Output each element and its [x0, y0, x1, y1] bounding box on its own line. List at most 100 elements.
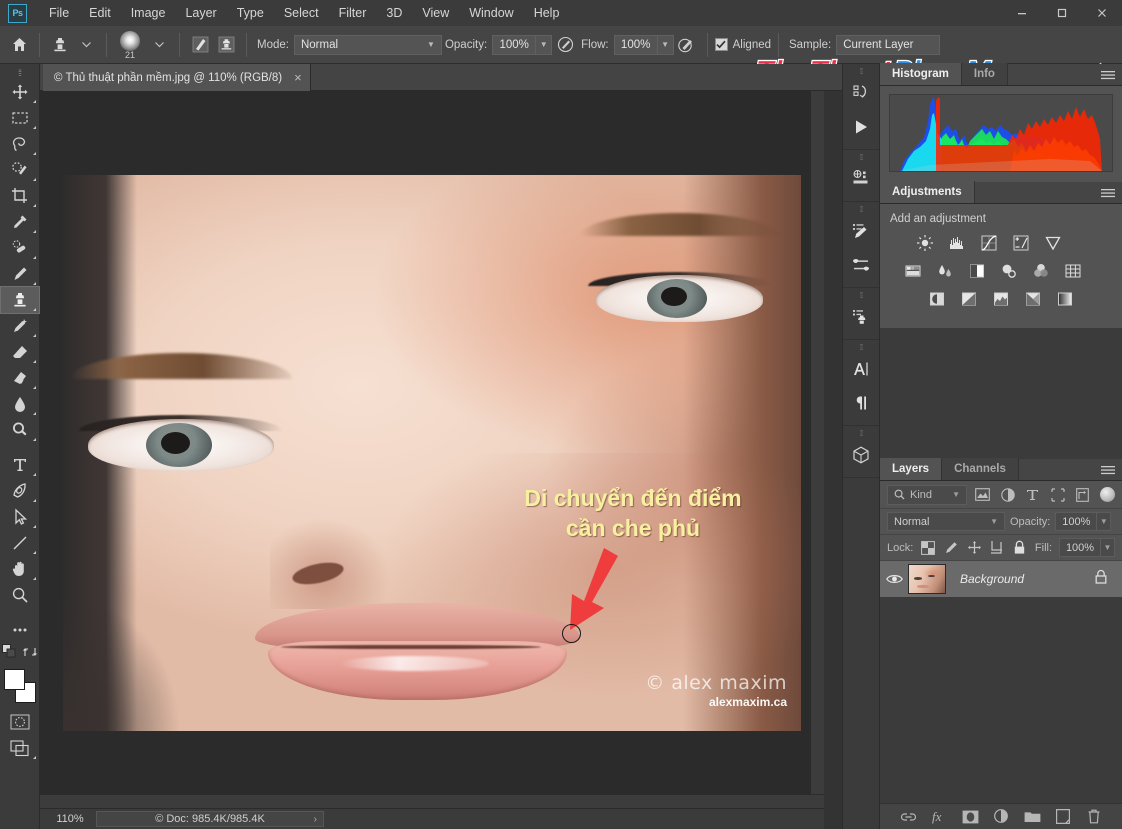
home-icon[interactable]	[6, 32, 32, 58]
close-button[interactable]	[1082, 0, 1122, 26]
histogram-graph[interactable]	[889, 94, 1113, 172]
sample-select[interactable]: Current Layer	[836, 35, 940, 55]
swap-colors-icon[interactable]	[23, 645, 37, 664]
edit-toolbar-tool[interactable]	[1, 617, 39, 643]
opacity-value[interactable]: 100%	[492, 35, 536, 55]
brush-size-preview[interactable]: 21	[114, 30, 146, 60]
link-layers-icon[interactable]	[899, 808, 917, 826]
clone-stamp-tool[interactable]	[1, 287, 39, 313]
filter-toggle-switch[interactable]	[1100, 487, 1115, 502]
maximize-button[interactable]	[1042, 0, 1082, 26]
document-image[interactable]: © alex maxim alexmaxim.ca	[63, 175, 801, 731]
aligned-checkbox-row[interactable]: Aligned	[715, 38, 771, 51]
brush-panel-icon[interactable]	[187, 32, 213, 58]
panel-menu-icon[interactable]	[1101, 69, 1115, 87]
paragraph-icon[interactable]	[843, 386, 879, 420]
line-tool[interactable]	[1, 530, 39, 556]
layer-locked-icon[interactable]	[1094, 569, 1108, 590]
color-lookup-icon[interactable]	[1062, 260, 1084, 282]
blur-tool[interactable]	[1, 391, 39, 417]
menu-help[interactable]: Help	[524, 2, 570, 24]
layer-opacity-value[interactable]: 100%	[1055, 512, 1097, 531]
clone-stamp-icon[interactable]	[47, 32, 73, 58]
quick-mask-icon[interactable]	[1, 709, 39, 735]
layer-visibility-icon[interactable]	[880, 573, 908, 585]
tab-adjustments[interactable]: Adjustments	[880, 181, 975, 203]
eraser-tool[interactable]	[1, 339, 39, 365]
tab-channels[interactable]: Channels	[942, 458, 1019, 480]
zoom-tool[interactable]	[1, 582, 39, 608]
foreground-color-swatch[interactable]	[4, 669, 25, 690]
chevron-down-icon[interactable]: ▼	[1101, 538, 1115, 557]
layer-opacity-control[interactable]: 100% ▼	[1055, 512, 1111, 531]
layer-filter-kind-select[interactable]: Kind ▼	[887, 485, 967, 505]
chevron-right-icon[interactable]: ›	[314, 814, 317, 825]
lock-transparent-pixels-icon[interactable]	[920, 539, 936, 557]
lock-position-icon[interactable]	[966, 539, 982, 557]
vibrance-icon[interactable]	[1042, 232, 1064, 254]
close-icon[interactable]: ×	[294, 71, 302, 84]
filter-shape-icon[interactable]	[1048, 485, 1067, 505]
lock-image-pixels-icon[interactable]	[943, 539, 959, 557]
blend-mode-select[interactable]: Normal ▼	[294, 35, 442, 55]
rail-drag-handle[interactable]: ⁞⁞	[843, 429, 879, 438]
hue-saturation-icon[interactable]	[902, 260, 924, 282]
layer-blend-mode-select[interactable]: Normal ▼	[887, 512, 1005, 531]
panel-menu-icon[interactable]	[1101, 464, 1115, 482]
threshold-icon[interactable]	[990, 288, 1012, 310]
minimize-button[interactable]	[1002, 0, 1042, 26]
photo-filter-icon[interactable]	[998, 260, 1020, 282]
toolbar-drag-handle[interactable]: ⁞⁞	[0, 68, 39, 79]
vertical-scrollbar[interactable]	[810, 91, 824, 808]
rail-drag-handle[interactable]: ⁞⁞	[843, 67, 879, 76]
filter-type-icon[interactable]	[1023, 485, 1042, 505]
new-layer-icon[interactable]	[1054, 808, 1072, 826]
menu-select[interactable]: Select	[274, 2, 329, 24]
rectangular-marquee-tool[interactable]	[1, 105, 39, 131]
dodge-tool[interactable]	[1, 417, 39, 443]
airbrush-icon[interactable]	[674, 32, 700, 58]
menu-file[interactable]: File	[39, 2, 79, 24]
layer-fill-control[interactable]: 100% ▼	[1059, 538, 1115, 557]
lasso-tool[interactable]	[1, 131, 39, 157]
type-tool[interactable]	[1, 452, 39, 478]
layer-thumbnail[interactable]	[908, 564, 946, 594]
posterize-icon[interactable]	[958, 288, 980, 310]
tab-info[interactable]: Info	[962, 63, 1008, 85]
canvas-area[interactable]: © alex maxim alexmaxim.ca Di chuyển đến …	[40, 91, 824, 808]
hand-tool[interactable]	[1, 556, 39, 582]
table-row[interactable]: Background	[880, 561, 1122, 597]
spot-healing-brush-tool[interactable]	[1, 235, 39, 261]
rail-drag-handle[interactable]: ⁞⁞	[843, 153, 879, 162]
history-brush-tool[interactable]	[1, 313, 39, 339]
invert-icon[interactable]	[926, 288, 948, 310]
panel-menu-icon[interactable]	[1101, 187, 1115, 205]
rail-drag-handle[interactable]: ⁞⁞	[843, 205, 879, 214]
menu-filter[interactable]: Filter	[329, 2, 377, 24]
document-tab[interactable]: © Thủ thuật phần mềm.jpg @ 110% (RGB/8) …	[43, 64, 311, 91]
crop-tool[interactable]	[1, 183, 39, 209]
actions-play-icon[interactable]	[843, 110, 879, 144]
layer-name[interactable]: Background	[960, 572, 1094, 586]
properties-icon[interactable]	[843, 162, 879, 196]
opacity-control[interactable]: 100% ▼	[492, 35, 552, 55]
quick-selection-tool[interactable]	[1, 157, 39, 183]
brushes-icon[interactable]	[843, 248, 879, 282]
new-group-icon[interactable]	[1023, 808, 1041, 826]
menu-image[interactable]: Image	[121, 2, 176, 24]
brush-preset-chevron-icon[interactable]	[146, 32, 172, 58]
filter-adjustment-icon[interactable]	[998, 485, 1017, 505]
flow-value[interactable]: 100%	[614, 35, 658, 55]
black-white-icon[interactable]	[966, 260, 988, 282]
pen-tool[interactable]	[1, 478, 39, 504]
lock-artboard-icon[interactable]	[989, 539, 1005, 557]
character-icon[interactable]	[843, 352, 879, 386]
color-balance-icon[interactable]	[934, 260, 956, 282]
move-tool[interactable]	[1, 79, 39, 105]
curves-icon[interactable]	[978, 232, 1000, 254]
rail-drag-handle[interactable]: ⁞⁞	[843, 291, 879, 300]
menu-window[interactable]: Window	[459, 2, 523, 24]
layer-style-fx-icon[interactable]: fx	[930, 808, 948, 826]
default-colors-icon[interactable]	[2, 644, 17, 664]
opacity-chevron-icon[interactable]: ▼	[536, 35, 552, 55]
